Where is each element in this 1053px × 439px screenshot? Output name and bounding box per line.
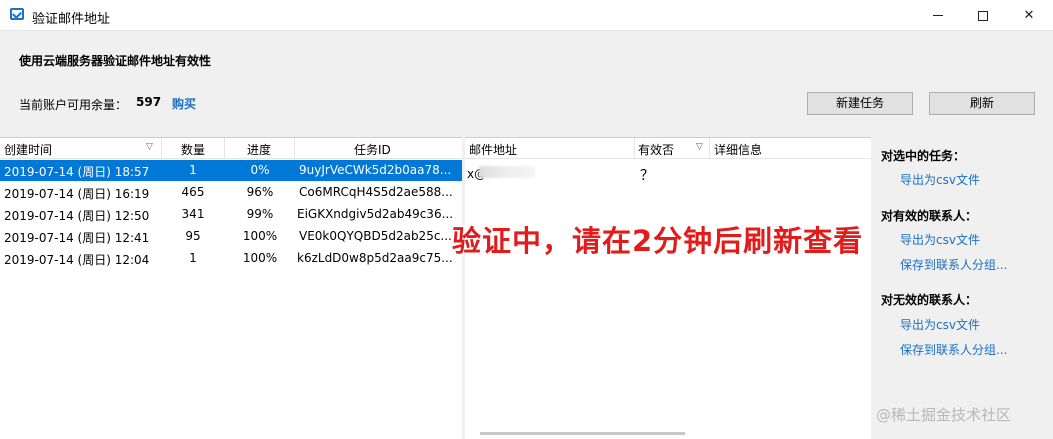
mail-check-icon bbox=[10, 8, 24, 20]
cell-count: 95 bbox=[185, 229, 201, 243]
cell-progress: 99% bbox=[246, 207, 274, 221]
save-invalid-group-link[interactable]: 保存到联系人分组... bbox=[900, 341, 1007, 358]
cell-count: 1 bbox=[189, 163, 197, 177]
column-divider[interactable] bbox=[161, 138, 162, 159]
cell-task-id: Co6MRCqH4S5d2ae588... bbox=[299, 185, 453, 199]
column-header-progress[interactable]: 进度 bbox=[247, 141, 271, 158]
quota-label: 当前账户可用余量： bbox=[19, 98, 128, 112]
save-valid-group-link[interactable]: 保存到联系人分组... bbox=[900, 256, 1007, 273]
redacted-email bbox=[479, 166, 535, 178]
cell-created: 2019-07-14 (周日) 16:19 bbox=[4, 187, 150, 201]
cell-task-id: k6zLdD0w8p5d2aa9c75... bbox=[297, 251, 453, 265]
sort-down-icon[interactable]: ▽ bbox=[146, 142, 153, 152]
column-header-valid[interactable]: 有效否 bbox=[638, 141, 674, 158]
cell-count: 341 bbox=[181, 207, 205, 221]
column-divider[interactable] bbox=[634, 138, 635, 159]
cell-progress: 100% bbox=[242, 229, 278, 243]
column-divider[interactable] bbox=[224, 138, 225, 159]
cell-task-id: 9uyJrVeCWk5d2b0aa78... bbox=[299, 163, 452, 177]
quota-value: 597 bbox=[136, 95, 162, 109]
table-row[interactable]: 2019-07-14 (周日) 12:04 1 100% k6zLdD0w8p5… bbox=[0, 248, 462, 269]
invalid-contacts-title: 对无效的联系人： bbox=[881, 293, 978, 307]
task-table-header: 创建时间 ▽ 数量 进度 任务ID bbox=[0, 138, 462, 159]
valid-contacts-title: 对有效的联系人： bbox=[881, 209, 978, 223]
export-selected-link[interactable]: 导出为csv文件 bbox=[900, 171, 980, 188]
title-bar: 验证邮件地址 ✕ bbox=[0, 0, 1053, 31]
column-divider[interactable] bbox=[294, 138, 295, 159]
cell-created: 2019-07-14 (周日) 12:41 bbox=[4, 231, 150, 245]
column-divider[interactable] bbox=[709, 138, 710, 159]
cell-created: 2019-07-14 (周日) 12:50 bbox=[4, 209, 150, 223]
email-table[interactable]: 邮件地址 有效否 ▽ 详细信息 x@ ？ bbox=[465, 137, 871, 439]
minimize-button[interactable] bbox=[915, 0, 961, 31]
cell-progress: 96% bbox=[246, 185, 274, 199]
email-table-header: 邮件地址 有效否 ▽ 详细信息 bbox=[465, 138, 871, 159]
cell-created: 2019-07-14 (周日) 12:04 bbox=[4, 253, 150, 267]
buy-link[interactable]: 购买 bbox=[172, 95, 196, 112]
table-row[interactable]: 2019-07-14 (周日) 12:41 95 100% VE0k0QYQBD… bbox=[0, 226, 462, 247]
export-valid-link[interactable]: 导出为csv文件 bbox=[900, 231, 980, 248]
column-header-created[interactable]: 创建时间 bbox=[4, 141, 52, 158]
column-header-task-id[interactable]: 任务ID bbox=[354, 141, 391, 158]
cell-valid: ？ bbox=[640, 168, 654, 184]
close-button[interactable]: ✕ bbox=[1006, 0, 1052, 31]
table-row[interactable]: 2019-07-14 (周日) 16:19 465 96% Co6MRCqH4S… bbox=[0, 182, 462, 203]
actions-panel: 对选中的任务： 导出为csv文件 对有效的联系人： 导出为csv文件 保存到联系… bbox=[871, 137, 1053, 439]
column-header-count[interactable]: 数量 bbox=[181, 141, 205, 158]
task-table[interactable]: 创建时间 ▽ 数量 进度 任务ID 2019-07-14 (周日) 18:57 … bbox=[0, 137, 462, 439]
maximize-icon bbox=[978, 10, 988, 21]
close-icon: ✕ bbox=[1023, 8, 1035, 23]
verifying-notice: 验证中，请在2分钟后刷新查看 bbox=[452, 224, 864, 258]
page-heading: 使用云端服务器验证邮件地址有效性 bbox=[19, 54, 212, 68]
window-title: 验证邮件地址 bbox=[32, 12, 111, 27]
maximize-button[interactable] bbox=[960, 0, 1006, 31]
selected-task-title: 对选中的任务： bbox=[881, 149, 966, 163]
watermark: @稀土掘金技术社区 bbox=[876, 406, 1012, 424]
cell-count: 1 bbox=[189, 251, 197, 265]
cell-progress: 0% bbox=[250, 163, 270, 177]
horizontal-scrollbar[interactable] bbox=[480, 432, 685, 435]
minimize-icon bbox=[933, 15, 943, 16]
table-row[interactable]: 2019-07-14 (周日) 18:57 1 0% 9uyJrVeCWk5d2… bbox=[0, 160, 462, 181]
new-task-button[interactable]: 新建任务 bbox=[807, 92, 913, 115]
cell-task-id: EiGKXndgiv5d2ab49c36... bbox=[297, 207, 454, 221]
cell-count: 465 bbox=[181, 185, 205, 199]
refresh-button[interactable]: 刷新 bbox=[929, 92, 1035, 115]
table-row[interactable]: x@ ？ bbox=[465, 164, 871, 185]
table-row[interactable]: 2019-07-14 (周日) 12:50 341 99% EiGKXndgiv… bbox=[0, 204, 462, 225]
cell-created: 2019-07-14 (周日) 18:57 bbox=[4, 165, 150, 179]
column-header-details[interactable]: 详细信息 bbox=[714, 141, 762, 158]
cell-task-id: VE0k0QYQBD5d2ab25c... bbox=[299, 229, 452, 243]
export-invalid-link[interactable]: 导出为csv文件 bbox=[900, 316, 980, 333]
cell-progress: 100% bbox=[242, 251, 278, 265]
sort-down-icon[interactable]: ▽ bbox=[696, 142, 703, 152]
column-header-email[interactable]: 邮件地址 bbox=[469, 141, 517, 158]
